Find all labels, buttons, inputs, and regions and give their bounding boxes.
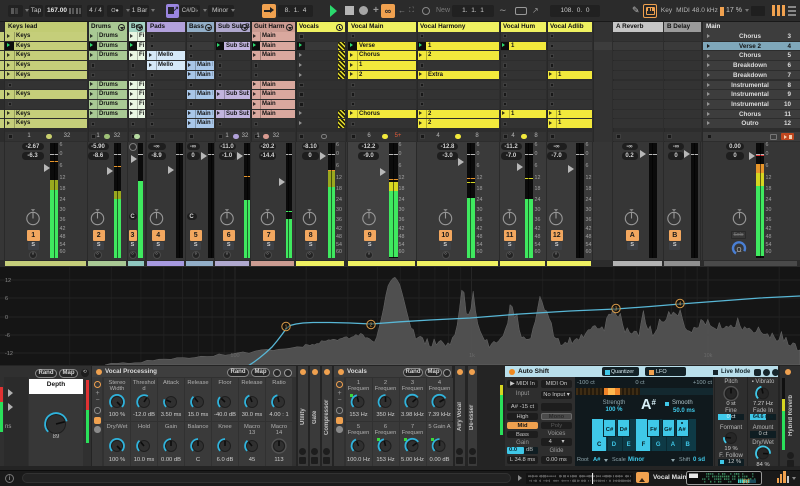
svg-text:Ω: Ω xyxy=(736,247,741,254)
svg-text:12: 12 xyxy=(5,278,11,284)
svg-text:2: 2 xyxy=(370,323,373,329)
svg-text:-12: -12 xyxy=(5,351,13,357)
svg-text:4: 4 xyxy=(679,302,682,308)
svg-text:-6: -6 xyxy=(5,333,10,339)
svg-text:0: 0 xyxy=(5,315,8,321)
svg-text:1: 1 xyxy=(285,325,288,331)
svg-text:10k: 10k xyxy=(704,353,713,359)
svg-text:1k: 1k xyxy=(469,353,475,359)
svg-text:FF: FF xyxy=(743,479,750,485)
svg-text:6: 6 xyxy=(5,296,8,302)
svg-text:100: 100 xyxy=(230,353,239,359)
svg-text:3: 3 xyxy=(615,307,618,313)
